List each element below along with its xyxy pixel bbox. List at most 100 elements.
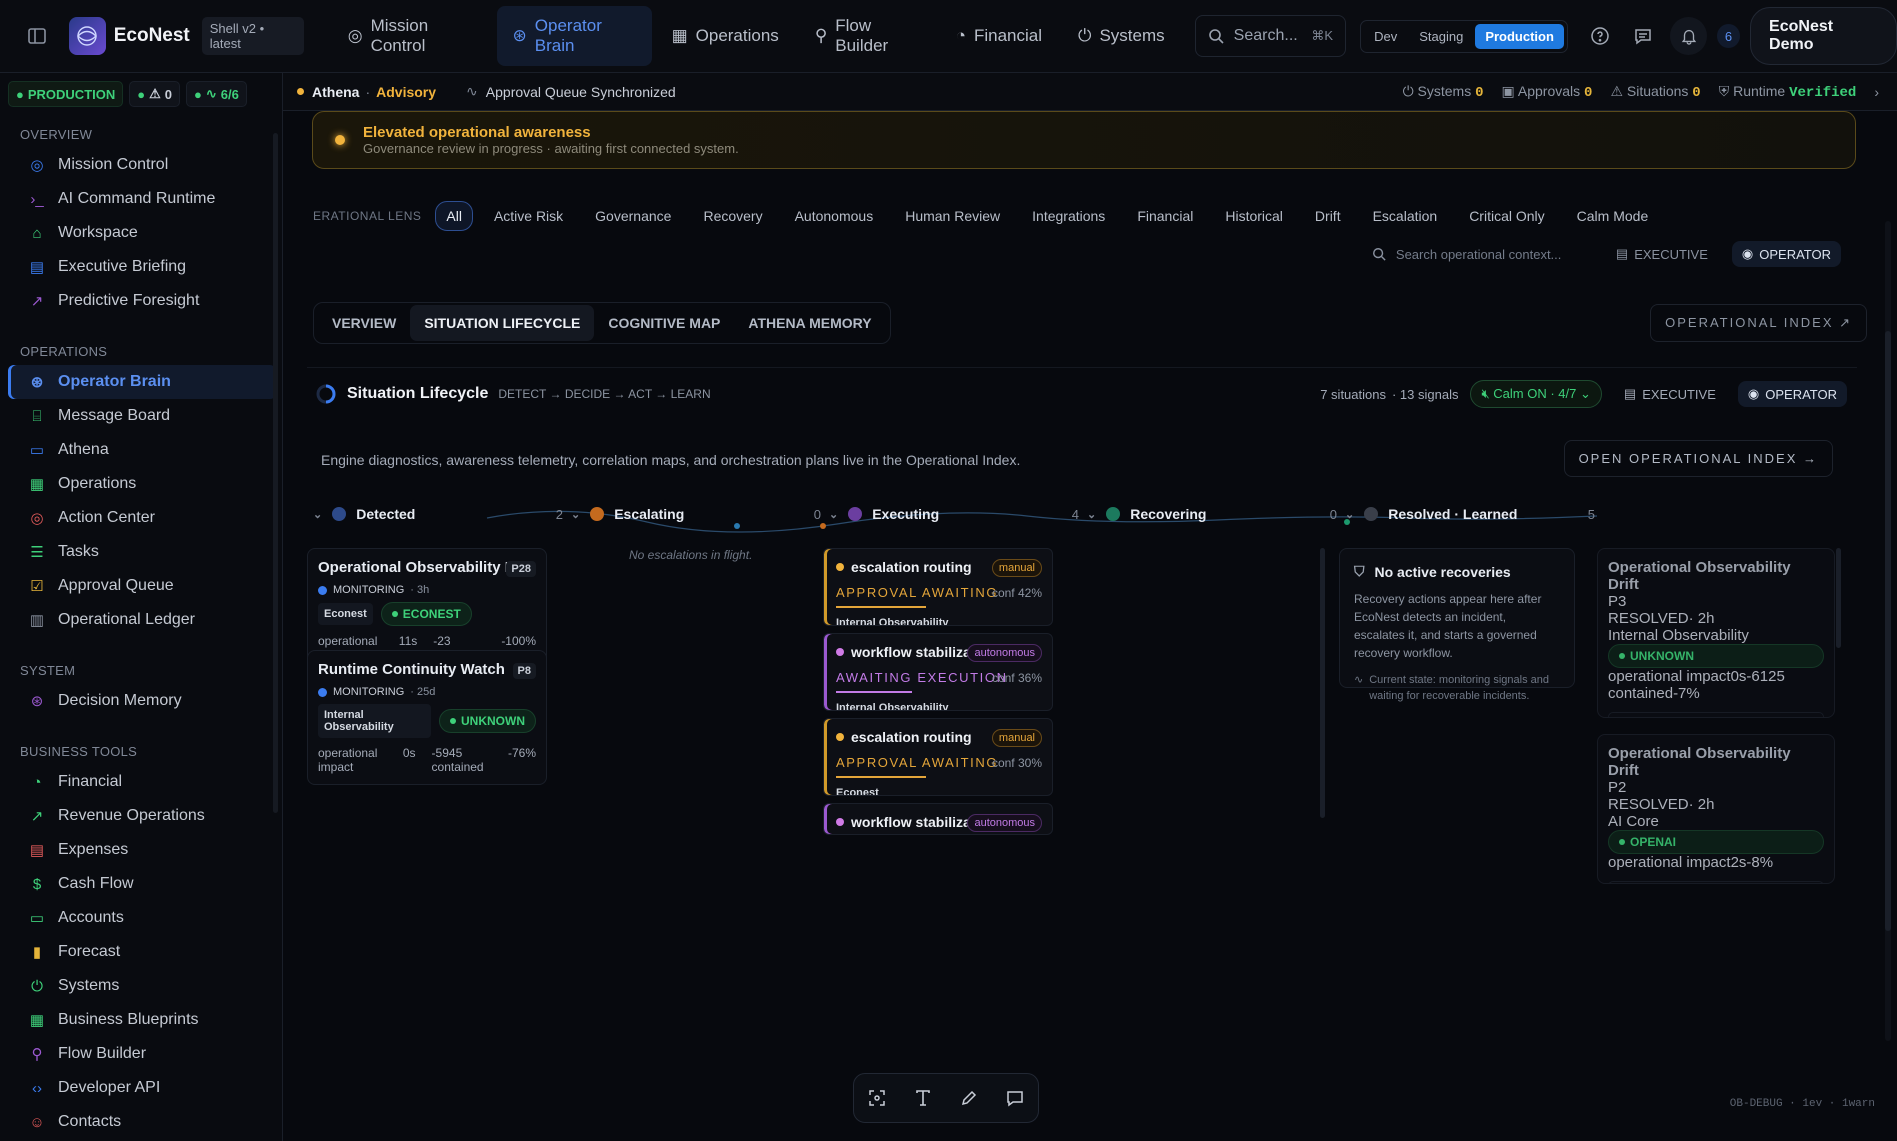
- sidebar-item-mission-control[interactable]: ◎ Mission Control: [8, 148, 276, 182]
- econest-logo[interactable]: [69, 17, 106, 55]
- situations-summary[interactable]: ⚠ Situations 0: [1610, 83, 1700, 101]
- nav-systems[interactable]: ⏻ Systems: [1062, 6, 1181, 66]
- production-status[interactable]: ● PRODUCTION: [8, 81, 124, 107]
- account-button[interactable]: EcoNest Demo: [1750, 7, 1897, 65]
- text-tool-icon[interactable]: [914, 1089, 932, 1107]
- sidebar-item-label: Athena: [58, 441, 109, 458]
- situation-card[interactable]: Runtime Continuity Watch P8 MONITORING · 25…: [307, 650, 547, 785]
- lens-chip-governance[interactable]: Governance: [584, 201, 682, 231]
- resolved-scrollbar[interactable]: [1836, 548, 1841, 648]
- sidebar-item-expenses[interactable]: ▤ Expenses: [8, 833, 276, 867]
- nav-operations[interactable]: ▦ Operations: [656, 6, 795, 66]
- sidebar-scrollbar[interactable]: [273, 133, 278, 813]
- source-tag: Internal Observability: [318, 704, 431, 738]
- sidebar-item-developer-api[interactable]: ‹› Developer API: [8, 1071, 276, 1105]
- systems-summary[interactable]: ⏻ Systems 0: [1403, 83, 1484, 101]
- column-header-executing[interactable]: ⌄ Executing 4: [829, 498, 1079, 530]
- nav-financial[interactable]: ◔ Financial: [940, 6, 1058, 66]
- lens-chip-all[interactable]: All: [435, 201, 473, 231]
- context-search[interactable]: Search operational context...: [1372, 247, 1592, 262]
- lens-chip-historical[interactable]: Historical: [1214, 201, 1294, 231]
- resolved-situation-card[interactable]: Operational Observability Drift P3 RESOLVE…: [1597, 548, 1835, 718]
- global-search[interactable]: Search... ⌘K: [1194, 15, 1347, 57]
- column-header-escalating[interactable]: ⌄ Escalating 0: [571, 498, 821, 530]
- executing-action-card[interactable]: workflow stabilization autonomous: [823, 803, 1053, 835]
- lens-chip-human-review[interactable]: Human Review: [894, 201, 1011, 231]
- sidebar-item-revenue-operations[interactable]: ↗ Revenue Operations: [8, 799, 276, 833]
- sidebar-item-ai-command-runtime[interactable]: ›_ AI Command Runtime: [8, 182, 276, 216]
- sidebar-item-decision-memory[interactable]: ⊛ Decision Memory: [8, 684, 276, 718]
- help-icon[interactable]: [1588, 24, 1611, 48]
- sidebar-item-tasks[interactable]: ☰ Tasks: [8, 535, 276, 569]
- lens-chip-active-risk[interactable]: Active Risk: [483, 201, 574, 231]
- calm-mode-toggle[interactable]: 🔇︎ Calm ON · 4/7 ⌄: [1470, 380, 1602, 408]
- nav-mission-control[interactable]: ◎ Mission Control: [332, 6, 493, 66]
- sidebar-item-flow-builder[interactable]: ⚲ Flow Builder: [8, 1037, 276, 1071]
- lens-chip-integrations[interactable]: Integrations: [1021, 201, 1116, 231]
- main-scrollbar[interactable]: [1885, 221, 1891, 1041]
- sidebar-item-forecast[interactable]: ▮ Forecast: [8, 935, 276, 969]
- situation-title: Operational Observability Drift: [318, 559, 536, 576]
- env-staging[interactable]: Staging: [1409, 24, 1473, 49]
- sidebar-item-approval-queue[interactable]: ☑ Approval Queue: [8, 569, 276, 603]
- sidebar-item-contacts[interactable]: ☺ Contacts: [8, 1105, 276, 1139]
- panel-operator-button[interactable]: ◉ OPERATOR: [1737, 381, 1847, 407]
- tab-overview[interactable]: VERVIEW: [318, 305, 410, 341]
- sidebar-item-athena[interactable]: ▭ Athena: [8, 433, 276, 467]
- lens-chip-calm-mode[interactable]: Calm Mode: [1566, 201, 1660, 231]
- sidebar-item-operations[interactable]: ▦ Operations: [8, 467, 276, 501]
- sidebar-item-predictive-foresight[interactable]: ↗ Predictive Foresight: [8, 284, 276, 318]
- open-operational-index-button[interactable]: OPEN OPERATIONAL INDEX →: [1563, 440, 1833, 477]
- sidebar-item-business-blueprints[interactable]: ▦ Business Blueprints: [8, 1003, 276, 1037]
- sidebar-item-operational-ledger[interactable]: ▥ Operational Ledger: [8, 603, 276, 637]
- chevron-right-icon[interactable]: ›: [1874, 84, 1879, 100]
- executing-action-card[interactable]: escalation routing manual APPROVAL AWAITIN…: [823, 548, 1053, 626]
- sidebar-item-workspace[interactable]: ⌂ Workspace: [8, 216, 276, 250]
- sidebar-item-operator-brain[interactable]: ⊛ Operator Brain: [8, 365, 276, 399]
- sidebar-item-cash-flow[interactable]: $ Cash Flow: [8, 867, 276, 901]
- env-production[interactable]: Production: [1475, 23, 1564, 49]
- panel-executive-button[interactable]: ▤ EXECUTIVE: [1614, 381, 1726, 407]
- sidebar-item-action-center[interactable]: ◎ Action Center: [8, 501, 276, 535]
- pen-tool-icon[interactable]: [960, 1089, 978, 1107]
- runtime-summary-item[interactable]: ⛨ Runtime Verified: [1719, 83, 1857, 101]
- column-header-recovering[interactable]: ⌄ Recovering 0: [1087, 498, 1337, 530]
- column-header-resolved-learned[interactable]: ⌄ Resolved · Learned 5: [1345, 498, 1595, 530]
- sidebar-item-financial[interactable]: ◔ Financial: [8, 765, 276, 799]
- lens-chip-financial[interactable]: Financial: [1126, 201, 1204, 231]
- executing-scrollbar[interactable]: [1320, 548, 1325, 818]
- tab-cognitive-map[interactable]: COGNITIVE MAP: [594, 305, 734, 341]
- floating-toolbar: [853, 1073, 1039, 1123]
- main-scrollbar-thumb[interactable]: [1885, 331, 1891, 931]
- agent-name[interactable]: Athena: [312, 84, 359, 100]
- approvals-summary[interactable]: ▣ Approvals 0: [1502, 83, 1593, 101]
- env-dev[interactable]: Dev: [1364, 24, 1407, 49]
- sidebar-toggle-icon[interactable]: [24, 23, 49, 49]
- messages-icon[interactable]: [1631, 24, 1654, 48]
- nav-operator-brain[interactable]: ⊛ Operator Brain: [496, 6, 652, 66]
- executing-action-card[interactable]: escalation routing manual APPROVAL AWAITIN…: [823, 718, 1053, 796]
- sidebar-item-systems[interactable]: ⏻ Systems: [8, 969, 276, 1003]
- notifications-button[interactable]: [1670, 17, 1707, 55]
- sidebar-item-message-board[interactable]: ⌸ Message Board: [8, 399, 276, 433]
- lens-chip-recovery[interactable]: Recovery: [692, 201, 773, 231]
- lens-chip-critical-only[interactable]: Critical Only: [1458, 201, 1555, 231]
- resolved-situation-card[interactable]: Operational Observability Drift P2 RESOLVE…: [1597, 734, 1835, 884]
- executive-mode-button[interactable]: ▤ EXECUTIVE: [1606, 241, 1718, 267]
- lens-chip-autonomous[interactable]: Autonomous: [784, 201, 885, 231]
- sidebar-item-executive-briefing[interactable]: ▤ Executive Briefing: [8, 250, 276, 284]
- lens-chip-escalation[interactable]: Escalation: [1362, 201, 1449, 231]
- lens-chip-drift[interactable]: Drift: [1304, 201, 1352, 231]
- tab-situation-lifecycle[interactable]: SITUATION LIFECYCLE: [410, 305, 595, 341]
- nav-flow-builder[interactable]: ⚲ Flow Builder: [799, 6, 936, 66]
- sidebar-item-accounts[interactable]: ▭ Accounts: [8, 901, 276, 935]
- warnings-status[interactable]: ● ⚠ 0: [129, 81, 180, 107]
- operator-mode-button[interactable]: ◉ OPERATOR: [1731, 241, 1841, 267]
- operational-index-link[interactable]: OPERATIONAL INDEX ↗: [1650, 304, 1867, 342]
- column-header-detected[interactable]: ⌄ Detected 2: [313, 498, 563, 530]
- health-status[interactable]: ● ∿ 6/6: [186, 81, 247, 107]
- tab-athena-memory[interactable]: ATHENA MEMORY: [734, 305, 885, 341]
- select-region-icon[interactable]: [868, 1089, 886, 1107]
- comment-tool-icon[interactable]: [1006, 1089, 1024, 1107]
- executing-action-card[interactable]: workflow stabilization autonomous AWAITING…: [823, 633, 1053, 711]
